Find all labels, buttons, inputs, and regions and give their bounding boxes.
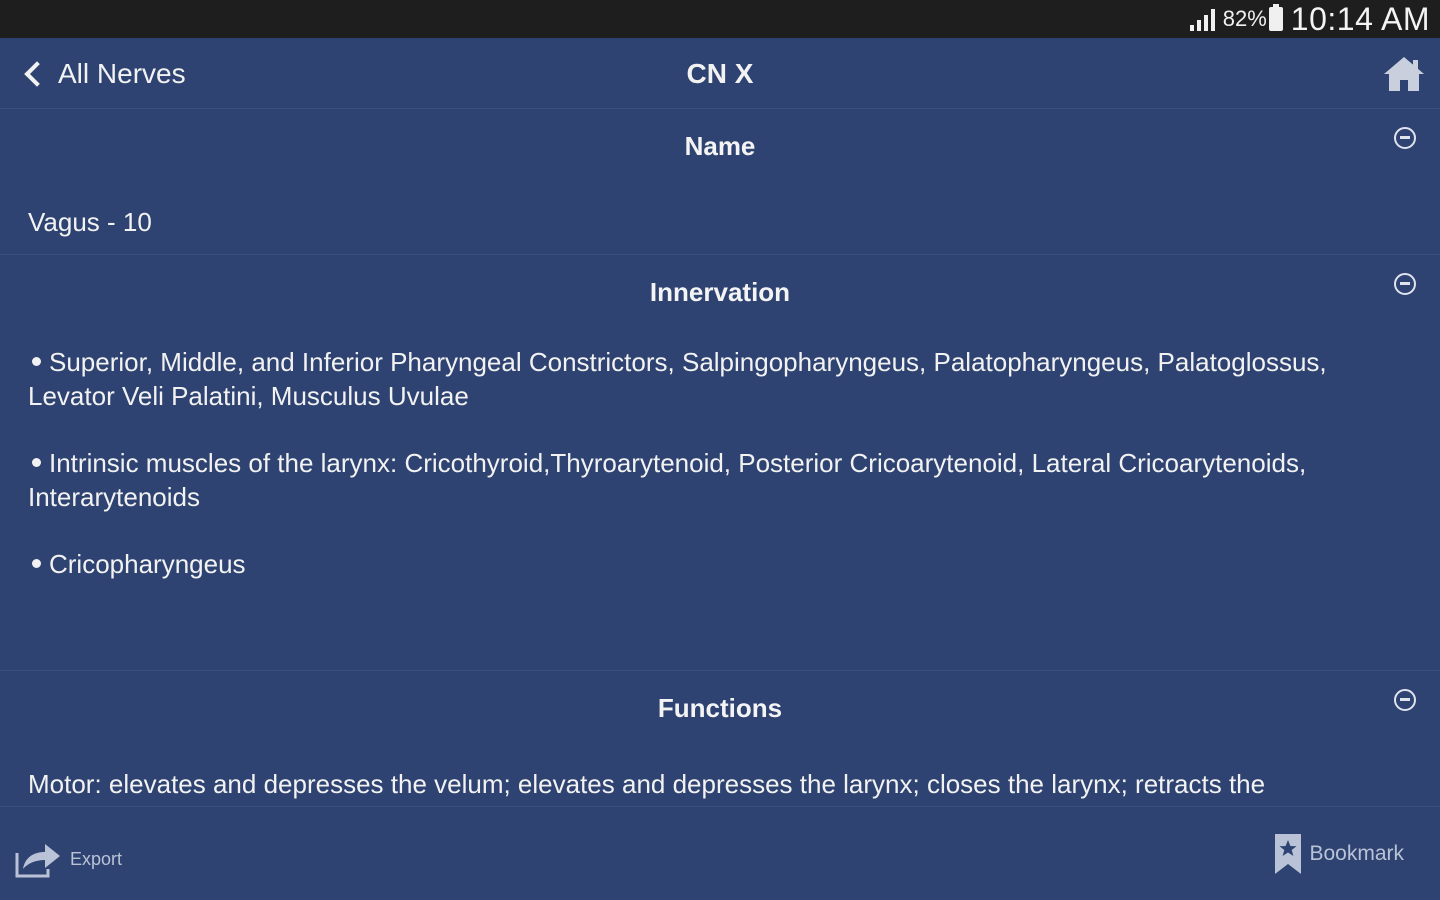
chevron-left-icon <box>24 60 50 87</box>
bookmark-label: Bookmark <box>1309 842 1404 865</box>
section-title: Innervation <box>649 277 791 307</box>
section-name: Name Vagus - 10 <box>0 109 1440 255</box>
home-icon <box>1384 57 1424 91</box>
export-label: Export <box>70 848 123 869</box>
battery-icon <box>1268 4 1283 31</box>
home-button[interactable] <box>1382 54 1426 94</box>
section-functions: Functions Motor: elevates and depresses … <box>0 671 1440 801</box>
collapse-minus-icon[interactable] <box>1394 273 1416 295</box>
collapse-minus-icon[interactable] <box>1394 127 1416 149</box>
detail-content[interactable]: Name Vagus - 10 Innervation Superior, Mi… <box>0 109 1440 806</box>
bookmark-button[interactable]: Bookmark <box>1273 831 1404 877</box>
section-title: Name <box>684 131 756 161</box>
clock: 10:14 AM <box>1290 0 1430 37</box>
list-item-text: Superior, Middle, and Inferior Pharyngea… <box>28 347 1327 411</box>
section-header: Name <box>0 109 1440 185</box>
bullet-icon <box>32 458 41 468</box>
nav-bar: All Nerves CN X <box>0 38 1440 109</box>
collapse-minus-icon[interactable] <box>1394 689 1416 711</box>
bullet-icon <box>32 357 41 367</box>
list-item: Intrinsic muscles of the larynx: Cricoth… <box>28 446 1412 514</box>
back-button[interactable]: All Nerves <box>20 38 186 109</box>
section-header: Functions <box>0 671 1440 747</box>
status-bar: 82% 10:14 AM <box>0 0 1440 38</box>
list-item: Superior, Middle, and Inferior Pharyngea… <box>28 345 1412 413</box>
battery-percentage: 82% <box>1222 6 1267 31</box>
export-button[interactable]: Export <box>14 837 122 881</box>
bottom-toolbar: Export Bookmark <box>0 806 1440 900</box>
bookmark-icon <box>1275 834 1302 874</box>
page-title: CN X <box>686 58 754 89</box>
list-item-text: Intrinsic muscles of the larynx: Cricoth… <box>28 448 1307 512</box>
bullet-icon <box>32 559 41 569</box>
section-innervation: Innervation Superior, Middle, and Inferi… <box>0 255 1440 671</box>
signal-icon <box>1189 7 1215 31</box>
section-title: Functions <box>657 693 783 723</box>
section-body: Superior, Middle, and Inferior Pharyngea… <box>0 331 1440 581</box>
section-body: Motor: elevates and depresses the velum;… <box>28 769 1266 799</box>
section-body: Vagus - 10 <box>28 207 152 237</box>
export-icon <box>15 844 60 878</box>
back-label: All Nerves <box>58 57 186 89</box>
list-item-text: Cricopharyngeus <box>49 549 246 579</box>
list-item: Cricopharyngeus <box>28 547 1412 581</box>
section-header: Innervation <box>0 255 1440 331</box>
